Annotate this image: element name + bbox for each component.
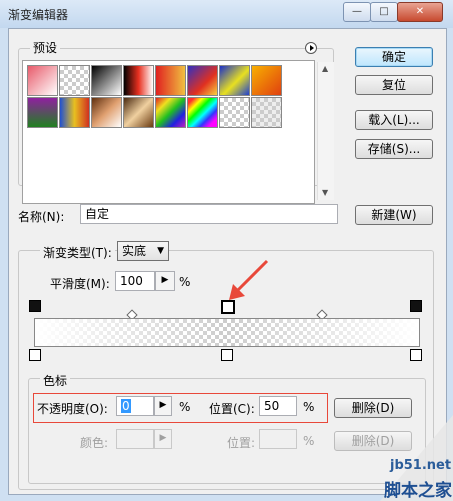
load-button[interactable]: 载入(L)... [355,110,433,130]
preset-swatch[interactable] [251,97,282,128]
preset-swatch[interactable] [219,97,250,128]
reset-button[interactable]: 复位 [355,75,433,95]
gradient-type-label: 渐变类型(T): [40,244,115,261]
preset-swatch[interactable] [187,97,218,128]
color-stop-left[interactable] [29,349,41,361]
new-button[interactable]: 新建(W) [355,205,433,225]
window-title: 渐变编辑器 [8,8,69,22]
opacity-stepper-icon[interactable]: ▶ [154,396,172,416]
presets-label: 预设 [30,39,61,56]
smoothness-unit: % [179,275,191,289]
preset-swatch[interactable] [59,97,90,128]
watermark-url: jb51.net [390,458,452,473]
close-button[interactable]: ✕ [397,2,443,22]
preset-swatch[interactable] [27,65,58,96]
preset-swatch[interactable] [187,65,218,96]
color-stop-middle[interactable] [221,349,233,361]
maximize-button[interactable]: □ [370,2,398,22]
preset-swatch[interactable] [123,65,154,96]
opacity-input[interactable]: 0 [116,396,154,416]
gradient-type-value: 实底 [122,244,147,258]
ok-button[interactable]: 确定 [355,47,433,67]
color-stops-label: 色标 [40,372,71,389]
position-input[interactable]: 50 [259,396,297,416]
gradient-preview-bar[interactable] [34,318,420,347]
scroll-up-icon[interactable]: ▲ [322,64,328,73]
color-menu-arrow-icon: ▶ [154,429,172,449]
name-input[interactable]: 自定 [80,204,338,224]
position-label: 位置(C): [209,402,255,416]
preset-swatch[interactable] [155,97,186,128]
save-button[interactable]: 存储(S)... [355,139,433,159]
color-position-unit: % [303,434,315,448]
watermark-site: 脚本之家 [384,481,452,501]
opacity-value: 0 [121,399,131,413]
dropdown-arrow-icon: ▼ [157,246,164,256]
circle-arrow-right-icon[interactable] [305,42,317,54]
preset-swatch[interactable] [219,65,250,96]
color-position-label: 位置: [227,436,256,450]
preset-swatch-grid: ▲ ▼ [22,60,334,204]
opacity-stop-right[interactable] [410,300,422,312]
color-stop-right[interactable] [410,349,422,361]
annotation-arrow-icon [229,259,269,300]
preset-swatch[interactable] [91,97,122,128]
position-unit: % [303,400,315,414]
opacity-stop-left[interactable] [29,300,41,312]
color-label: 颜色: [80,436,109,450]
gradient-type-select[interactable]: 实底 ▼ [117,241,169,261]
smoothness-stepper-icon[interactable]: ▶ [155,271,175,291]
preset-swatch[interactable] [155,65,186,96]
presets-scrollbar[interactable]: ▲ ▼ [317,62,334,200]
minimize-button[interactable]: — [343,2,371,22]
color-position-input [259,429,297,449]
color-swatch [116,429,154,449]
preset-swatch[interactable] [27,97,58,128]
preset-swatch[interactable] [59,65,90,96]
opacity-unit: % [179,400,191,414]
smoothness-input[interactable]: 100 [115,271,155,291]
smoothness-label: 平滑度(M): [50,277,110,291]
title-bar: 渐变编辑器 — □ ✕ [0,0,453,28]
name-label: 名称(N): [18,210,65,224]
preset-swatch[interactable] [251,65,282,96]
opacity-label: 不透明度(O): [37,402,108,416]
preset-swatch[interactable] [123,97,154,128]
scroll-down-icon[interactable]: ▼ [322,188,328,197]
preset-swatch[interactable] [91,65,122,96]
